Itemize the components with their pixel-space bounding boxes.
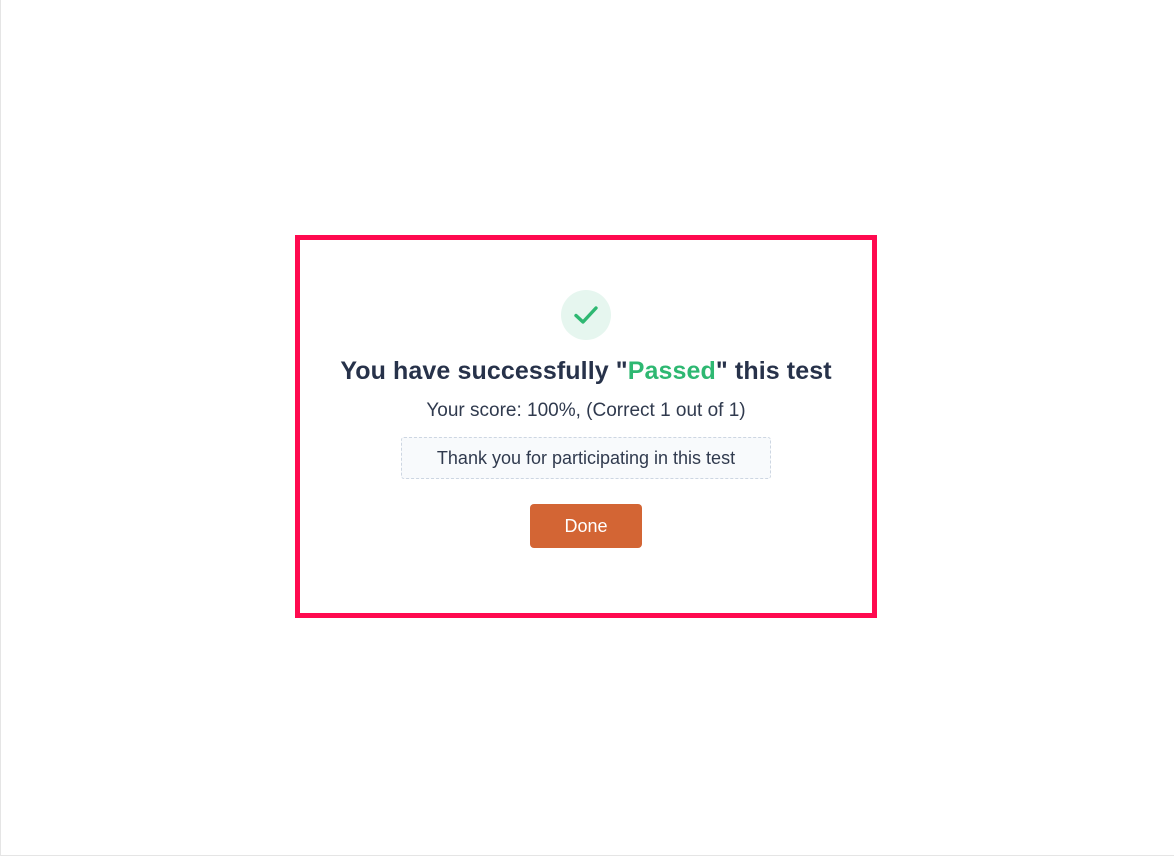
thanks-message: Thank you for participating in this test: [401, 437, 771, 479]
title-suffix: " this test: [715, 357, 832, 385]
result-title: You have successfully "Passed" this test: [340, 357, 831, 386]
highlight-box: You have successfully "Passed" this test…: [295, 235, 877, 618]
score-text: Your score: 100%, (Correct 1 out of 1): [426, 400, 746, 421]
check-icon: [561, 290, 611, 340]
result-card: You have successfully "Passed" this test…: [300, 240, 872, 613]
passed-status: Passed: [627, 357, 716, 385]
title-prefix: You have successfully ": [340, 357, 628, 385]
done-button[interactable]: Done: [530, 504, 642, 548]
